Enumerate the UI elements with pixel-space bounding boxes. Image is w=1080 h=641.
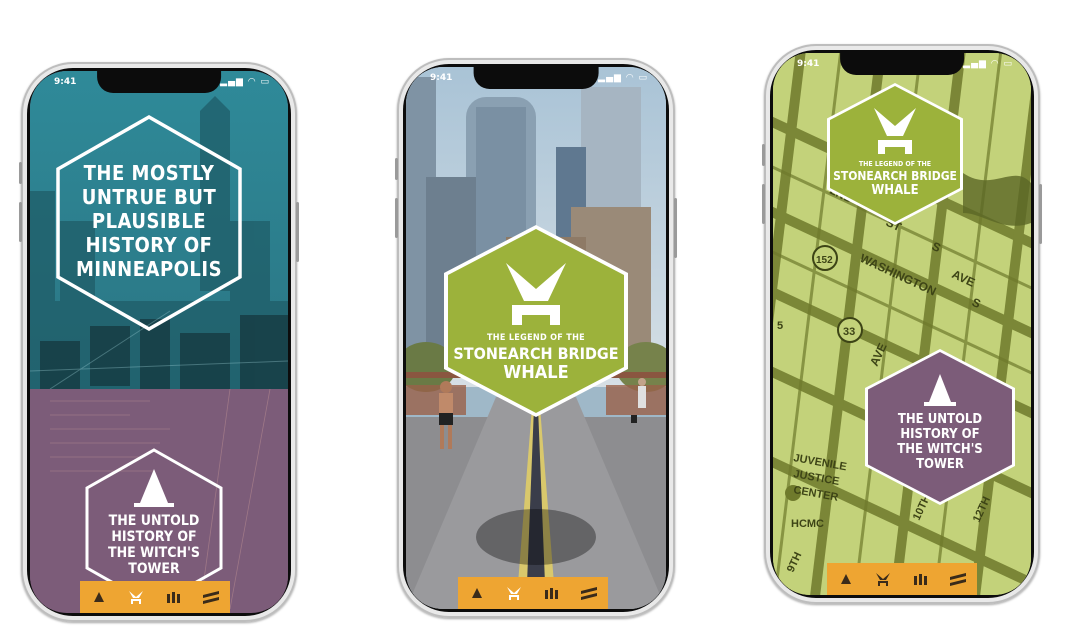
map-label: HCMC [791, 518, 824, 530]
screen: 9:41 ▂▄▆ ◠ ▭ [30, 71, 288, 613]
whale-tab-icon[interactable] [502, 583, 526, 603]
whale-tab-icon[interactable] [871, 569, 895, 589]
bridge-tab-icon[interactable] [577, 583, 601, 603]
map-label: 12TH [971, 495, 993, 525]
map-label: 9TH [785, 550, 805, 574]
whale-title-line1: STONEARCH BRIDGE [833, 169, 957, 183]
map-label: S [970, 295, 983, 311]
map-label: 33 [843, 326, 855, 338]
whale-tab-icon[interactable] [124, 587, 148, 607]
whale-logo-icon [506, 263, 566, 325]
phone-minneapolis-home: 9:41 ▂▄▆ ◠ ▭ THE MOSTLY UNTRUE BUT PLAUS… [19, 62, 299, 622]
phone-map-view: 9:41 ▂▄▆ ◠ ▭ ST S WASHINGTON AVE S AVE 1… [762, 44, 1042, 604]
tab-bar [827, 563, 977, 595]
map-label: CENTER [792, 484, 839, 504]
witch-hat-icon [140, 469, 168, 503]
notch [840, 53, 964, 75]
whale-subtitle: THE LEGEND OF THE [486, 333, 585, 343]
witch-tower-title: THE UNTOLD HISTORY OF THE WITCH'S TOWER [897, 412, 983, 472]
witch-tower-title: THE UNTOLD HISTORY OF THE WITCH'S TOWER [107, 513, 200, 577]
map-label: AVE [950, 267, 977, 290]
phone-stonearch-whale: 9:41 ▂▄▆ ◠ ▭ THE LEGEND OF THE STONEARCH… [395, 58, 677, 618]
whale-subtitle: THE LEGEND OF THE [858, 160, 932, 168]
map-label: AVE [867, 341, 890, 368]
tab-bar [80, 581, 230, 613]
whale-title-line2: WHALE [871, 183, 919, 198]
bottles-tab-icon[interactable] [540, 583, 564, 603]
map-label: 5 [777, 320, 783, 332]
status-time: 9:41 [797, 59, 820, 69]
bridge-tab-icon[interactable] [199, 587, 223, 607]
bottles-tab-icon[interactable] [909, 569, 933, 589]
hero-hexagon[interactable]: THE MOSTLY UNTRUE BUT PLAUSIBLE HISTORY … [54, 113, 244, 333]
notch [97, 71, 221, 93]
bridge-tab-icon[interactable] [946, 569, 970, 589]
hero-title: THE MOSTLY UNTRUE BUT PLAUSIBLE HISTORY … [76, 161, 223, 281]
status-time: 9:41 [430, 73, 453, 83]
screen: 9:41 ▂▄▆ ◠ ▭ [773, 53, 1031, 595]
whale-logo-icon [874, 108, 916, 154]
screen: 9:41 ▂▄▆ ◠ ▭ [406, 67, 666, 609]
notch [473, 67, 599, 89]
whale-title-line1: STONEARCH BRIDGE [453, 344, 619, 363]
whale-title-line2: WHALE [503, 362, 569, 383]
witch-tower-tab-icon[interactable] [465, 583, 489, 603]
bottles-tab-icon[interactable] [162, 587, 186, 607]
map-label: WASHINGTON [858, 251, 939, 299]
witch-tower-tab-icon[interactable] [87, 587, 111, 607]
status-icons: ▂▄▆ ◠ ▭ [220, 77, 270, 87]
tab-bar [458, 577, 608, 609]
map-label: S [930, 239, 943, 255]
status-time: 9:41 [54, 77, 77, 87]
witch-hat-icon [929, 374, 951, 402]
witch-tower-tab-icon[interactable] [834, 569, 858, 589]
status-icons: ▂▄▆ ◠ ▭ [963, 59, 1013, 69]
status-icons: ▂▄▆ ◠ ▭ [598, 73, 648, 83]
map-label: 152 [816, 255, 833, 266]
